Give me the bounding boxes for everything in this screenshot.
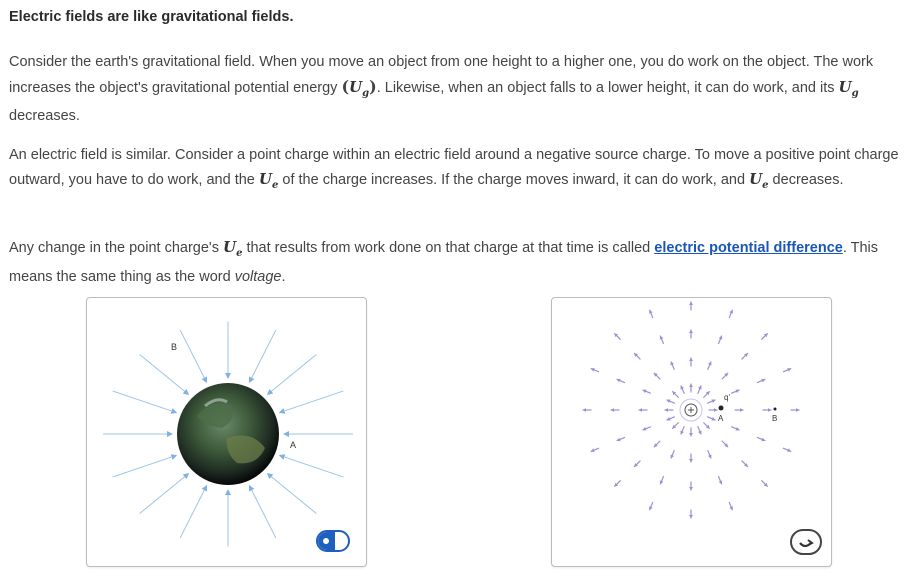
gravity-field-panel: B A [86,297,367,567]
earth-field-diagram: B A [103,321,353,547]
point-label-a: A [290,440,296,450]
field-line [112,390,178,414]
var-symbol: U [349,77,363,96]
paren: ( [341,76,350,96]
rotate-icon [799,539,814,548]
field-line [179,329,208,384]
charge-field-diagram: q' A B [582,301,800,519]
paren: ) [369,76,377,96]
earth-globe [177,383,279,485]
field-line [248,329,277,384]
field-line [112,454,178,478]
toggle-dot [323,538,329,544]
field-arrowhead [689,514,693,519]
text: of the charge increases. If the charge m… [278,171,750,188]
var-ue: Ue [222,238,242,259]
field-line [278,390,344,414]
section-heading: Electric fields are like gravitational f… [9,9,294,25]
paragraph-gravity: Consider the earth's gravitational field… [9,51,909,129]
text: that results from work done on that char… [242,240,655,256]
text: Any change in the point charge's [9,240,223,256]
text: . [281,268,286,285]
var-ue: Ue [749,169,768,191]
field-line [266,354,317,396]
field-line [278,454,344,478]
point-label-a: A [718,414,724,423]
test-charge-q [718,405,724,411]
field-arrowhead [689,301,693,306]
field-arrowhead [713,408,718,412]
field-arrowhead [582,408,587,412]
charge-label-q: q' [724,393,730,402]
point-label-b: B [772,414,777,423]
var-ug: Ug [349,77,369,99]
field-arrowhead [689,432,693,437]
field-arrowhead [664,408,669,412]
field-arrowhead [739,408,744,412]
text: decreases. [768,171,844,188]
field-toggle-button[interactable] [316,530,350,552]
var-symbol: U [258,169,272,188]
paragraph-potential-difference: Any change in the point charge's Ue that… [9,236,909,289]
text-voltage: voltage [234,268,282,285]
point-b-marker [773,407,777,411]
text: decreases. [9,108,80,124]
field-arrowhead [610,408,615,412]
field-arrowhead [689,486,693,491]
var-ue: Ue [258,169,278,191]
field-arrowhead [689,383,693,388]
field-arrowhead [689,458,693,463]
var-symbol: U [222,238,237,256]
field-line [179,484,208,539]
reset-button[interactable] [790,529,822,555]
field-arrowhead [689,357,693,362]
field-line [139,472,190,514]
var-subscript: g [851,87,859,99]
toggle-icon [318,532,335,550]
var-symbol: U [749,169,763,188]
field-line [266,472,317,514]
text: . Likewise, when an object falls to a lo… [376,79,839,96]
field-line [139,354,190,396]
paragraph-electric: An electric field is similar. Consider a… [9,144,909,197]
electric-field-panel: q' A B [551,297,832,567]
field-arrowhead [795,408,800,412]
var-symbol: U [838,77,852,96]
field-line [248,484,277,539]
field-arrowhead [638,408,643,412]
field-arrowhead [689,329,693,334]
field-arrowhead [767,408,772,412]
glossary-link-electric-potential-difference[interactable]: electric potential difference [654,240,843,256]
var-ug: Ug [838,77,859,99]
point-label-b: B [171,342,177,352]
